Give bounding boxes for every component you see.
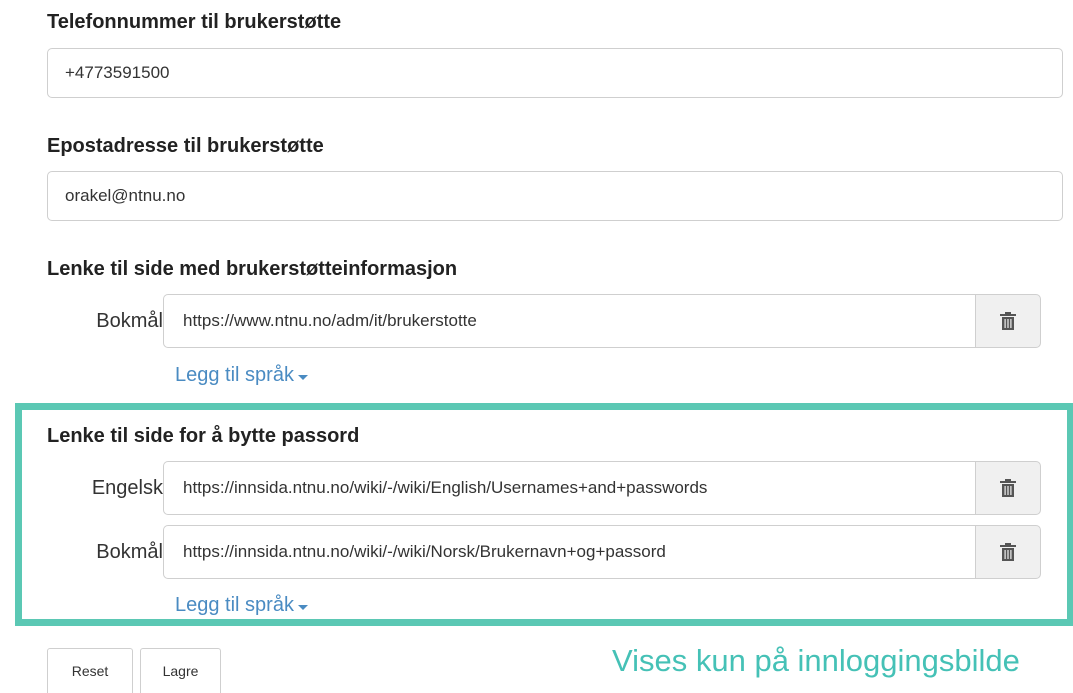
delete-button[interactable] [975, 461, 1041, 515]
save-button[interactable]: Lagre [140, 648, 221, 693]
reset-button[interactable]: Reset [47, 648, 133, 693]
annotation-text: Vises kun på innloggingsbilde [612, 643, 1020, 678]
trash-icon [1000, 479, 1016, 497]
language-label: Engelsk [91, 476, 163, 499]
add-language-dropdown[interactable]: Legg til språk [175, 594, 308, 617]
support-link-row-bokmal: Bokmål https://www.ntnu.no/adm/it/bruker… [47, 294, 1041, 348]
delete-button[interactable] [975, 525, 1041, 579]
language-label: Bokmål [96, 309, 163, 332]
trash-icon [1000, 543, 1016, 561]
trash-icon [1000, 312, 1016, 330]
phone-label: Telefonnummer til brukerstøtte [47, 11, 342, 33]
password-link-row-engelsk: Engelsk https://innsida.ntnu.no/wiki/-/w… [47, 461, 1041, 515]
support-link-label: Lenke til side med brukerstøtteinformasj… [47, 258, 458, 280]
add-language-label: Legg til språk [175, 594, 294, 616]
password-link-row-bokmal: Bokmål https://innsida.ntnu.no/wiki/-/wi… [47, 525, 1041, 579]
phone-field[interactable]: +4773591500 [47, 48, 1063, 98]
add-language-dropdown[interactable]: Legg til språk [175, 364, 308, 387]
support-link-url-input[interactable]: https://www.ntnu.no/adm/it/brukerstotte [163, 294, 975, 348]
delete-button[interactable] [975, 294, 1041, 348]
email-field[interactable]: orakel@ntnu.no [47, 171, 1063, 221]
caret-down-icon [297, 374, 308, 380]
language-label: Bokmål [96, 540, 163, 563]
email-label: Epostadresse til brukerstøtte [47, 135, 324, 157]
password-link-label: Lenke til side for å bytte passord [47, 425, 360, 447]
password-link-url-input[interactable]: https://innsida.ntnu.no/wiki/-/wiki/Engl… [163, 461, 975, 515]
password-link-url-input[interactable]: https://innsida.ntnu.no/wiki/-/wiki/Nors… [163, 525, 975, 579]
add-language-label: Legg til språk [175, 364, 294, 386]
caret-down-icon [297, 604, 308, 610]
